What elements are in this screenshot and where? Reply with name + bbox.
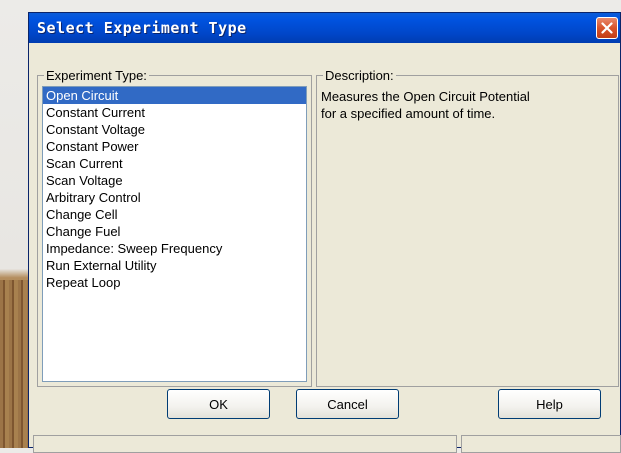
experiment-type-group: Experiment Type: Open Circuit Constant Cu… xyxy=(37,68,312,387)
experiment-type-item[interactable]: Change Fuel xyxy=(43,223,306,240)
experiment-type-item[interactable]: Constant Current xyxy=(43,104,306,121)
background-top xyxy=(0,0,621,12)
experiment-type-item[interactable]: Scan Current xyxy=(43,155,306,172)
experiment-type-list[interactable]: Open Circuit Constant Current Constant Vol… xyxy=(42,86,307,382)
background-scenery xyxy=(0,0,28,448)
status-panel-right xyxy=(461,435,621,453)
experiment-type-item[interactable]: Arbitrary Control xyxy=(43,189,306,206)
background-wood xyxy=(0,280,28,448)
title-bar[interactable]: Select Experiment Type xyxy=(29,13,620,43)
experiment-type-item[interactable]: Open Circuit xyxy=(43,87,306,104)
status-panel-left xyxy=(33,435,457,453)
close-icon xyxy=(601,22,613,34)
help-button[interactable]: Help xyxy=(498,389,601,419)
description-line-1: Measures the Open Circuit Potential xyxy=(321,89,530,104)
ok-button[interactable]: OK xyxy=(167,389,270,419)
select-experiment-dialog: Select Experiment Type Experiment Type: … xyxy=(28,12,621,453)
experiment-type-item[interactable]: Repeat Loop xyxy=(43,274,306,291)
experiment-type-item[interactable]: Constant Voltage xyxy=(43,121,306,138)
close-button[interactable] xyxy=(596,17,618,39)
description-group: Description: Measures the Open Circuit P… xyxy=(316,68,619,387)
experiment-type-item[interactable]: Constant Power xyxy=(43,138,306,155)
experiment-type-item[interactable]: Scan Voltage xyxy=(43,172,306,189)
experiment-type-item[interactable]: Run External Utility xyxy=(43,257,306,274)
description-line-2: for a specified amount of time. xyxy=(321,106,496,121)
description-text: Measures the Open Circuit Potential for … xyxy=(321,88,611,122)
description-label: Description: xyxy=(323,68,396,83)
dialog-title: Select Experiment Type xyxy=(37,19,247,37)
experiment-type-item[interactable]: Impedance: Sweep Frequency xyxy=(43,240,306,257)
experiment-type-item[interactable]: Change Cell xyxy=(43,206,306,223)
experiment-type-label: Experiment Type: xyxy=(44,68,149,83)
cancel-button[interactable]: Cancel xyxy=(296,389,399,419)
